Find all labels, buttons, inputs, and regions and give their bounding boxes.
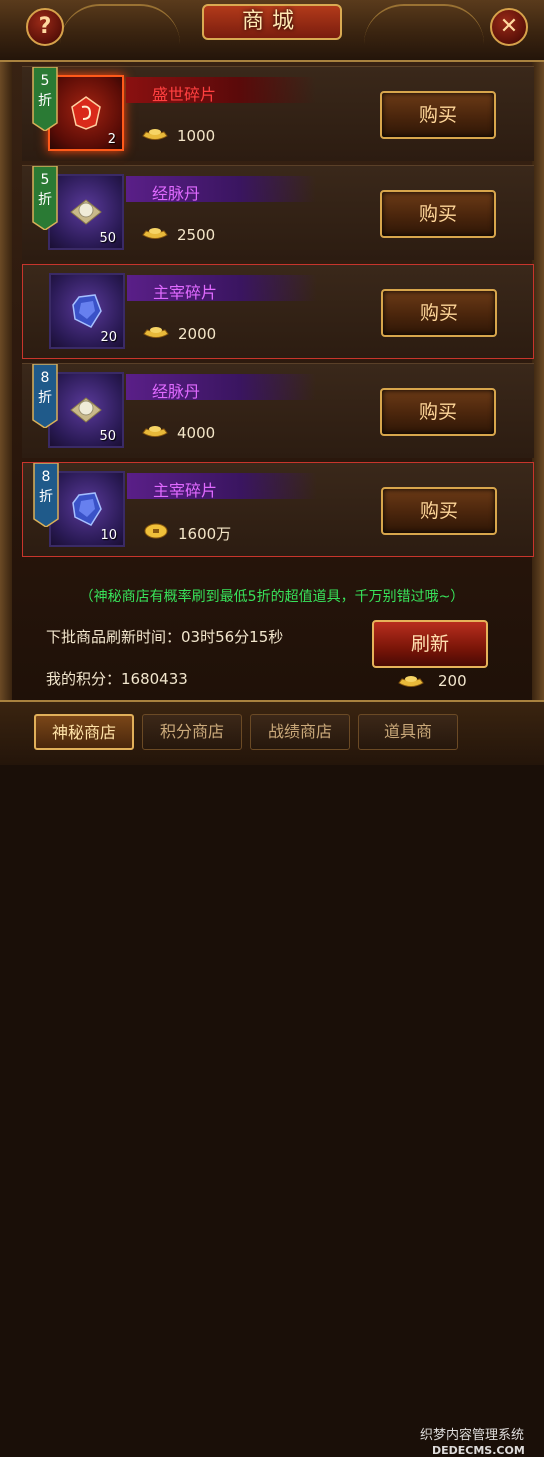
buy-button[interactable]: 购买 (380, 388, 496, 436)
pill-icon (70, 199, 102, 225)
item-price: 2000 (178, 325, 217, 343)
tab-record-shop[interactable]: 战绩商店 (250, 714, 350, 750)
item-name: 经脉丹 (152, 184, 201, 203)
buy-button[interactable]: 购买 (380, 91, 496, 139)
item-slot[interactable]: 50 (48, 174, 124, 250)
item-slot[interactable]: 20 (49, 273, 125, 349)
item-name: 主宰碎片 (153, 283, 218, 302)
notice-text: （神秘商店有概率刷到最低5折的超值道具，千万别错过哦~） (79, 589, 465, 605)
refresh-timer: 下批商品刷新时间：03时56分15秒 (46, 628, 284, 646)
left-ornament (60, 4, 180, 46)
discount-label: 折 (38, 390, 52, 406)
pill-icon (70, 397, 102, 423)
gold-ingot-icon (142, 228, 168, 239)
gold-ingot-icon (142, 426, 168, 437)
gold-ingot-icon (398, 676, 424, 687)
item-price: 4000 (177, 424, 216, 442)
discount-number: 5 (40, 172, 50, 188)
item-slot[interactable]: 10 (49, 471, 125, 547)
discount-number: 5 (40, 73, 50, 89)
item-count: 10 (100, 528, 117, 543)
shop-item-row: 10 8 折 主宰碎片 1600万 购买 (22, 462, 534, 557)
item-price: 1600万 (178, 525, 232, 543)
watermark-url: DEDECMS.COM (432, 1444, 525, 1457)
refresh-cost: 200 (438, 672, 467, 690)
tab-item-shop[interactable]: 道具商 (358, 714, 458, 750)
close-button[interactable]: ✕ (490, 8, 528, 46)
discount-number: 8 (41, 469, 51, 485)
right-ornament (364, 4, 484, 46)
item-slot[interactable]: 2 (48, 75, 124, 151)
gold-ingot-icon (142, 129, 168, 140)
item-price: 2500 (177, 226, 216, 244)
shop-tabs: 神秘商店 积分商店 战绩商店 道具商 织梦内容管理系统 DEDECMS.COM (0, 700, 544, 1457)
tab-points-shop[interactable]: 积分商店 (142, 714, 242, 750)
window-title: 商城 (202, 4, 342, 40)
item-name: 主宰碎片 (153, 481, 218, 500)
buy-button[interactable]: 购买 (381, 289, 497, 337)
buy-button[interactable]: 购买 (380, 190, 496, 238)
item-count: 50 (99, 429, 116, 444)
buy-button[interactable]: 购买 (381, 487, 497, 535)
discount-label: 折 (38, 93, 52, 109)
title-bar: ? 商城 ✕ (0, 0, 544, 62)
discount-label: 折 (39, 489, 53, 505)
item-name: 经脉丹 (152, 382, 201, 401)
item-count: 2 (107, 132, 116, 147)
item-count: 20 (100, 330, 117, 345)
watermark-text: 织梦内容管理系统 (420, 1428, 525, 1443)
shop-item-row: 2 5 折 盛世碎片 1000 购买 (22, 66, 534, 161)
discount-number: 8 (40, 370, 50, 386)
copper-coin-icon (144, 523, 168, 539)
refresh-button[interactable]: 刷新 (372, 620, 488, 668)
crystal-shard-icon (72, 294, 102, 328)
my-points: 我的积分：1680433 (46, 670, 188, 688)
help-button[interactable]: ? (26, 8, 64, 46)
crystal-shard-icon (72, 492, 102, 526)
item-name: 盛世碎片 (152, 85, 217, 104)
shop-item-row: 50 5 折 经脉丹 2500 购买 (22, 165, 534, 260)
item-count: 50 (99, 231, 116, 246)
item-slot[interactable]: 50 (48, 372, 124, 448)
shard-icon (71, 96, 101, 130)
left-frame-border (0, 62, 12, 702)
discount-label: 折 (38, 192, 52, 208)
shop-item-row: 20 主宰碎片 2000 购买 (22, 264, 534, 359)
shop-item-row: 50 8 折 经脉丹 4000 购买 (22, 363, 534, 458)
gold-ingot-icon (143, 327, 169, 338)
item-price: 1000 (177, 127, 216, 145)
tab-mystery-shop[interactable]: 神秘商店 (34, 714, 134, 750)
